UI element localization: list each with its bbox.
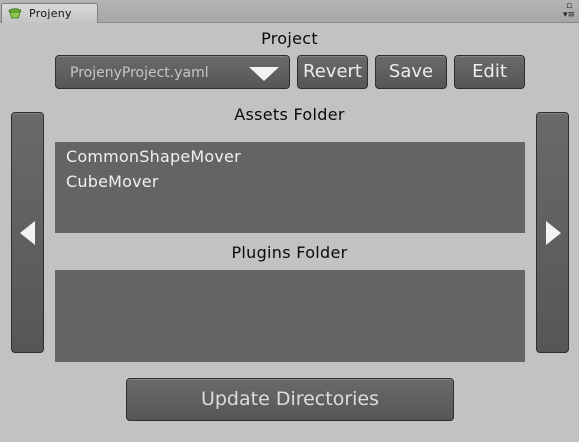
update-directories-button[interactable]: Update Directories <box>126 378 454 421</box>
project-section-title: Project <box>261 29 318 48</box>
arrow-left-icon <box>20 221 35 245</box>
tab-projeny[interactable]: Projeny <box>1 3 98 23</box>
plugins-section-title: Plugins Folder <box>231 243 348 262</box>
assets-list[interactable]: CommonShapeMover CubeMover <box>55 142 525 233</box>
chevron-down-icon <box>249 67 279 81</box>
project-file-label: ProjenyProject.yaml <box>70 65 209 81</box>
menu-icon[interactable]: ▾≡ <box>563 11 575 20</box>
save-button[interactable]: Save <box>375 55 447 89</box>
tab-label: Projeny <box>29 7 72 20</box>
window-titlebar: Projeny ▫ ▾≡ <box>0 0 579 23</box>
previous-panel-button[interactable] <box>11 112 44 353</box>
project-file-dropdown[interactable]: ProjenyProject.yaml <box>55 55 290 89</box>
revert-button[interactable]: Revert <box>297 55 368 89</box>
assets-section-title: Assets Folder <box>234 105 345 124</box>
list-item[interactable]: CommonShapeMover <box>66 147 241 166</box>
list-item[interactable]: CubeMover <box>66 172 159 191</box>
edit-button[interactable]: Edit <box>454 55 525 89</box>
window-controls: ▫ ▾≡ <box>557 1 575 21</box>
projeny-logo-icon <box>8 8 22 19</box>
plugins-list[interactable] <box>55 270 525 362</box>
arrow-right-icon <box>546 221 561 245</box>
next-panel-button[interactable] <box>536 112 569 353</box>
